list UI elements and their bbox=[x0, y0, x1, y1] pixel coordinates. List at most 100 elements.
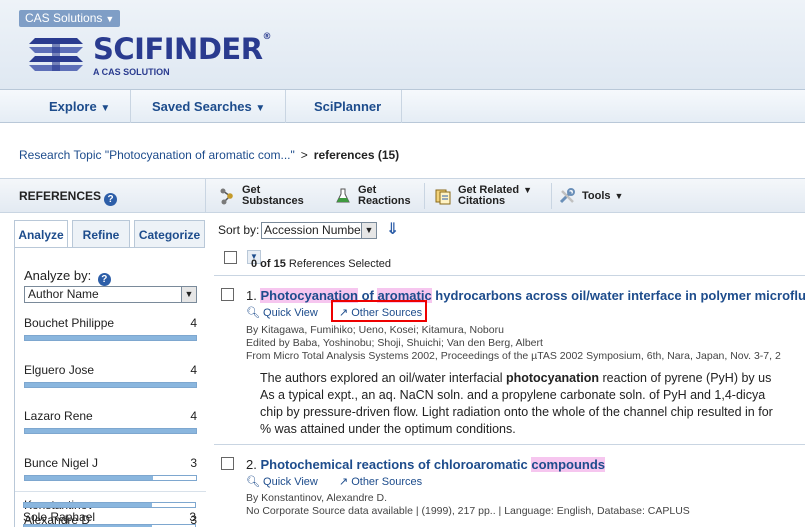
author-bar-fill bbox=[25, 336, 196, 340]
sort-by-label: Sort by: bbox=[218, 223, 260, 237]
nav-saved-searches-label: Saved Searches bbox=[152, 99, 252, 114]
quick-view-link[interactable]: 🔍︎ Quick View bbox=[246, 307, 318, 319]
abstract-text: The authors explored an oil/water interf… bbox=[260, 371, 506, 385]
toolbar-divider bbox=[424, 183, 425, 209]
help-icon[interactable]: ? bbox=[104, 193, 118, 206]
app-header: CAS Solutions ▼ SCIFINDER® A CAS SOLUTION bbox=[0, 0, 805, 90]
author-bar-fill bbox=[24, 503, 153, 507]
chevron-down-icon: ▼ bbox=[361, 223, 376, 238]
nav-explore[interactable]: Explore ▼ bbox=[29, 90, 132, 123]
other-sources-label: Other Sources bbox=[351, 476, 423, 488]
logo-subtitle: A CAS SOLUTION bbox=[93, 67, 170, 77]
substance-icon bbox=[220, 188, 233, 205]
caret-down-icon: ▼ bbox=[105, 14, 115, 24]
selection-row: ▼ 0 of 15 References Selected bbox=[214, 248, 805, 276]
result-abstract: The authors explored an oil/water interf… bbox=[260, 370, 805, 438]
analysis-tabs: Analyze Refine Categorize bbox=[14, 220, 205, 248]
author-item[interactable]: Sole Raphael 3 bbox=[23, 510, 196, 524]
analyze-panel: Analyze by: ? Author Name ▼ Bouchet Phil… bbox=[14, 247, 206, 527]
author-bar bbox=[24, 382, 197, 388]
tab-refine[interactable]: Refine bbox=[72, 220, 130, 248]
scifinder-logo-icon bbox=[29, 38, 83, 71]
result-title-text: Photochemical reactions of chloroaromati… bbox=[260, 457, 532, 472]
nav-explore-label: Explore bbox=[49, 99, 97, 114]
search-icon: 🔍︎ bbox=[246, 476, 260, 488]
analyze-by-label: Analyze by: ? bbox=[24, 268, 111, 286]
author-count: 4 bbox=[190, 409, 197, 423]
result-checkbox[interactable] bbox=[221, 288, 234, 301]
breadcrumb-research-topic-link[interactable]: Research Topic "Photocyanation of aromat… bbox=[19, 148, 295, 162]
caret-down-icon: ▼ bbox=[255, 103, 266, 114]
get-related-line2: Citations bbox=[458, 195, 506, 207]
get-reactions-button[interactable]: Get Reactions bbox=[334, 183, 414, 209]
result-source: No Corporate Source data available | (19… bbox=[246, 505, 690, 517]
results-toolbar: Get Substances Get Reactions Get Related ▼ C… bbox=[205, 178, 805, 213]
abstract-text: As a typical expt., an aq. NaCN soln. an… bbox=[260, 388, 766, 402]
nav-sciplanner[interactable]: SciPlanner bbox=[294, 90, 403, 123]
caret-down-icon: ▼ bbox=[523, 185, 533, 195]
external-link-icon: ↗ bbox=[338, 476, 349, 488]
get-related-citations-button[interactable]: Get Related ▼ Citations bbox=[434, 183, 549, 209]
author-bar bbox=[24, 475, 197, 481]
main-nav: Explore ▼ Saved Searches ▼ SciPlanner bbox=[0, 90, 805, 123]
breadcrumb-separator: > bbox=[300, 148, 308, 162]
author-item[interactable]: Lazaro Rene 4 bbox=[24, 409, 197, 423]
other-sources-link[interactable]: ↗ Other Sources bbox=[339, 476, 422, 488]
result-title-highlight: compounds bbox=[531, 457, 606, 472]
author-count: 3 bbox=[190, 456, 197, 470]
sort-by-value: Accession Number bbox=[264, 223, 365, 237]
flask-icon bbox=[336, 188, 350, 203]
cas-solutions-menu[interactable]: CAS Solutions ▼ bbox=[19, 10, 121, 27]
author-count: 4 bbox=[190, 363, 197, 377]
result-authors: By Konstantinov, Alexandre D. bbox=[246, 492, 388, 504]
selection-count-value: 0 of 15 bbox=[251, 258, 286, 270]
caret-down-icon: ▼ bbox=[100, 103, 111, 114]
select-all-checkbox[interactable] bbox=[224, 251, 237, 264]
toolbar-divider bbox=[551, 183, 552, 209]
logo-wordmark: SCIFINDER® bbox=[93, 32, 272, 66]
help-icon[interactable]: ? bbox=[97, 273, 111, 286]
search-icon: 🔍︎ bbox=[246, 307, 260, 319]
author-name: Sole Raphael bbox=[23, 510, 96, 524]
author-count: 4 bbox=[190, 316, 197, 330]
divider bbox=[15, 491, 206, 492]
author-item[interactable]: Elguero Jose 4 bbox=[24, 363, 197, 377]
author-name: Bouchet Philippe bbox=[24, 316, 115, 330]
quick-view-label: Quick View bbox=[263, 307, 318, 319]
result-title-text: hydrocarbons across oil/water interface … bbox=[431, 288, 805, 303]
author-name: Bunce Nigel J bbox=[24, 456, 99, 470]
highlight-box bbox=[331, 300, 427, 322]
author-name: Elguero Jose bbox=[24, 363, 95, 377]
author-bar-fill bbox=[25, 476, 154, 480]
author-name: Lazaro Rene bbox=[24, 409, 93, 423]
analyze-by-select[interactable]: Author Name ▼ bbox=[24, 286, 197, 303]
result-title[interactable]: 2. Photochemical reactions of chloroarom… bbox=[246, 457, 606, 472]
result-separator bbox=[214, 444, 805, 445]
result-number: 2. bbox=[246, 457, 257, 472]
result-number: 1. bbox=[246, 288, 257, 303]
caret-down-icon: ▼ bbox=[614, 191, 624, 201]
sort-direction-icon[interactable]: ⇓ bbox=[386, 219, 399, 239]
tab-categorize[interactable]: Categorize bbox=[134, 220, 205, 248]
get-reactions-line2: Reactions bbox=[358, 195, 411, 207]
scifinder-logo[interactable]: SCIFINDER® A CAS SOLUTION bbox=[25, 32, 272, 82]
author-bar-fill bbox=[25, 429, 196, 433]
get-substances-button[interactable]: Get Substances bbox=[218, 183, 313, 209]
abstract-text: reaction of pyrene (PyH) by us bbox=[599, 371, 772, 385]
cas-solutions-label: CAS Solutions bbox=[25, 11, 103, 25]
author-item[interactable]: Bouchet Philippe 4 bbox=[24, 316, 197, 330]
quick-view-link[interactable]: 🔍︎ Quick View bbox=[246, 476, 318, 488]
result-title[interactable]: 1. Photocyanation of aromatic hydrocarbo… bbox=[246, 288, 805, 303]
author-item[interactable]: Bunce Nigel J 3 bbox=[24, 456, 197, 470]
sort-by-select[interactable]: Accession Number ▼ bbox=[261, 222, 377, 239]
abstract-text: chip by pressure-driven flow. Light radi… bbox=[260, 405, 773, 419]
author-count: 3 bbox=[189, 510, 196, 524]
nav-saved-searches[interactable]: Saved Searches ▼ bbox=[132, 90, 287, 123]
selection-count-suffix: References Selected bbox=[288, 258, 392, 270]
selection-count: 0 of 15 References Selected bbox=[251, 258, 391, 270]
tools-icon bbox=[559, 188, 575, 204]
tools-button[interactable]: Tools ▼ bbox=[558, 183, 638, 209]
result-links: 🔍︎ Quick View ↗ Other Sources bbox=[246, 475, 440, 488]
tab-analyze[interactable]: Analyze bbox=[14, 220, 68, 248]
result-checkbox[interactable] bbox=[221, 457, 234, 470]
